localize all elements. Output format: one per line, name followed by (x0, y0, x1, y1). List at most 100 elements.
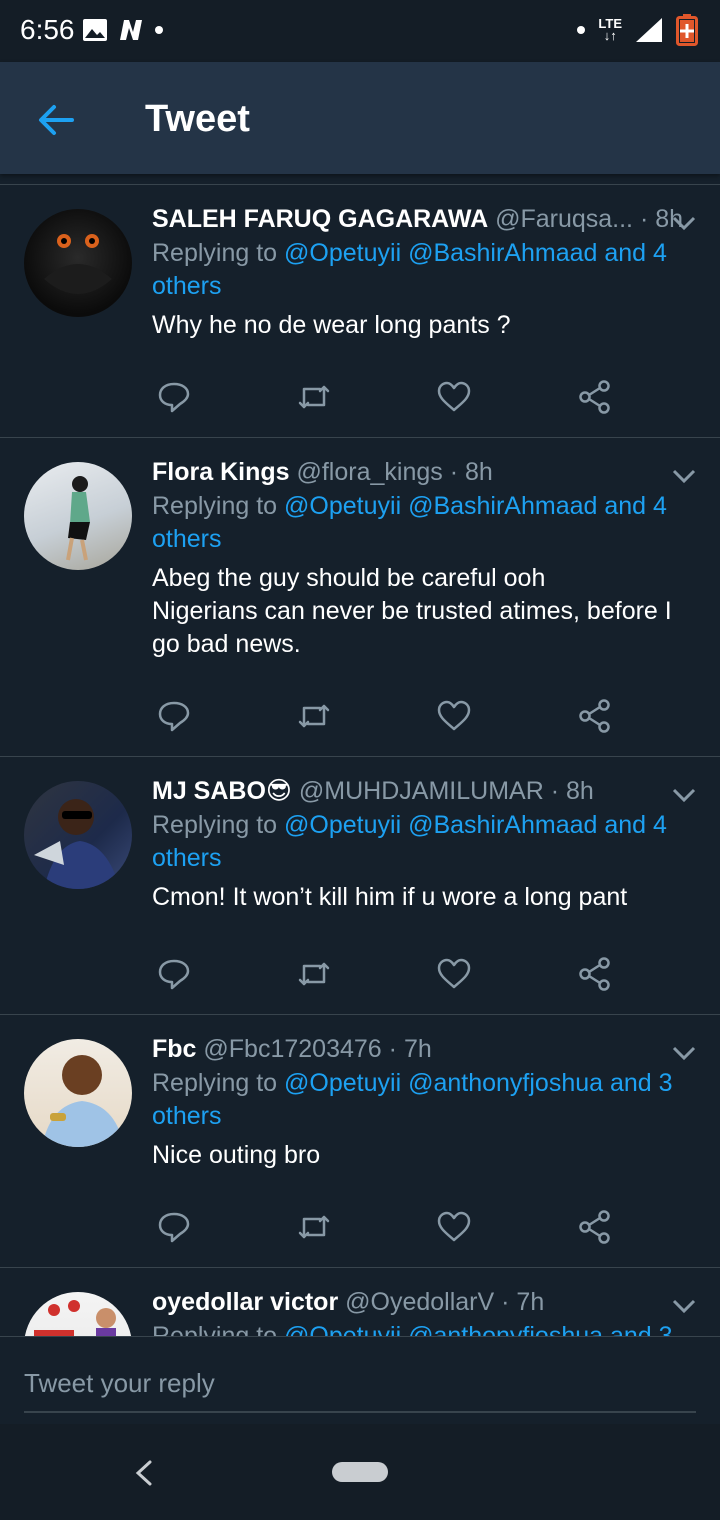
page-title: Tweet (145, 98, 250, 140)
replying-prefix: Replying to (152, 811, 285, 839)
tweet-text: Why he no de wear long pants ? (152, 311, 511, 339)
tweet-item[interactable]: Flora Kings @flora_kings · 8h Replying t… (0, 437, 720, 756)
retweet-icon[interactable] (296, 956, 332, 992)
replying-to: Replying to @Opetuyii @BashirAhmaad and … (152, 809, 690, 875)
avatar[interactable] (24, 1292, 132, 1336)
tweet-actions (152, 1209, 622, 1249)
tweet-text: Abeg the guy should be careful ooh Niger… (152, 564, 672, 658)
reply-list[interactable]: SALEH FARUQ GAGARAWA @Faruqsa... · 8h Re… (0, 174, 720, 1336)
heart-icon[interactable] (436, 698, 472, 734)
notification-dot-icon (155, 26, 163, 34)
author-handle: @Fbc17203476 (203, 1035, 382, 1063)
tweet-time: 7h (516, 1288, 545, 1316)
tweet-actions (152, 956, 622, 996)
gallery-icon (83, 19, 107, 41)
share-icon[interactable] (577, 956, 613, 992)
separator-dot: · (501, 1288, 517, 1316)
replying-to: Replying to @Opetuyii @anthonyfjoshua an… (152, 1320, 690, 1336)
status-bar: 6:56 LTE ↓↑ (0, 0, 720, 62)
nav-back-icon[interactable] (132, 1458, 156, 1488)
reply-icon[interactable] (156, 379, 192, 415)
retweet-icon[interactable] (296, 1209, 332, 1245)
data-arrows-icon: ↓↑ (603, 28, 617, 43)
home-pill[interactable] (332, 1462, 388, 1482)
tweet-item[interactable]: MJ SABO😎 @MUHDJAMILUMAR · 8h Replying to… (0, 756, 720, 1014)
tweet-header: Flora Kings @flora_kings · 8h (152, 456, 690, 488)
separator-dot: · (550, 777, 566, 805)
avatar[interactable] (24, 462, 132, 570)
heart-icon[interactable] (436, 379, 472, 415)
status-time: 6:56 (20, 14, 75, 45)
replying-to: Replying to @Opetuyii @anthonyfjoshua an… (152, 1067, 690, 1133)
person-photo-icon (34, 1300, 116, 1336)
author-handle: @OyedollarV (345, 1288, 495, 1316)
avatar[interactable] (24, 209, 132, 317)
heart-icon[interactable] (436, 956, 472, 992)
app-n-icon (120, 20, 142, 40)
reply-icon[interactable] (156, 956, 192, 992)
tweet-text: Cmon! It won’t kill him if u wore a long… (152, 883, 628, 911)
author-handle: @Faruqsa... (495, 205, 634, 233)
tweet-text: Nice outing bro (152, 1141, 321, 1169)
back-arrow-icon[interactable] (36, 100, 76, 140)
reply-composer: Tweet your reply (0, 1336, 720, 1425)
tweet-header: SALEH FARUQ GAGARAWA @Faruqsa... · 8h (152, 203, 690, 235)
replying-prefix: Replying to (152, 1322, 285, 1336)
avatar[interactable] (24, 1039, 132, 1147)
battery-icon (676, 14, 698, 46)
separator-dot: · (639, 205, 656, 233)
avatar[interactable] (24, 781, 132, 889)
replying-mentions[interactable]: @Opetuyii @anthonyfjoshua and 3 (284, 1322, 673, 1336)
tweet-header: Fbc @Fbc17203476 · 7h (152, 1033, 690, 1065)
share-icon[interactable] (577, 698, 613, 734)
person-photo-icon (34, 799, 120, 889)
replying-prefix: Replying to (152, 492, 285, 520)
author-handle: @flora_kings (296, 458, 443, 486)
tweet-item[interactable]: SALEH FARUQ GAGARAWA @Faruqsa... · 8h Re… (0, 184, 720, 437)
author-name[interactable]: MJ SABO😎 (152, 777, 292, 805)
tweet-content: SALEH FARUQ GAGARAWA @Faruqsa... · 8h Re… (152, 203, 690, 342)
author-name[interactable]: oyedollar victor (152, 1288, 338, 1316)
replying-to: Replying to @Opetuyii @BashirAhmaad and … (152, 237, 690, 303)
heart-icon[interactable] (436, 1209, 472, 1245)
author-handle: @MUHDJAMILUMAR (298, 777, 544, 805)
tweet-item[interactable]: Fbc @Fbc17203476 · 7h Replying to @Opetu… (0, 1014, 720, 1267)
status-right-icons: LTE ↓↑ (576, 14, 698, 46)
share-icon[interactable] (577, 1209, 613, 1245)
tweet-content: oyedollar victor @OyedollarV · 7h Replyi… (152, 1286, 690, 1336)
lte-indicator: LTE ↓↑ (598, 17, 622, 43)
tweet-actions (152, 698, 622, 738)
separator-dot: · (388, 1035, 404, 1063)
tweet-time: 8h (565, 777, 594, 805)
tweet-actions (152, 379, 622, 419)
author-name[interactable]: SALEH FARUQ GAGARAWA (152, 205, 488, 233)
reply-input[interactable]: Tweet your reply (24, 1355, 696, 1413)
author-name[interactable]: Fbc (152, 1035, 196, 1063)
author-name[interactable]: Flora Kings (152, 458, 290, 486)
reply-icon[interactable] (156, 698, 192, 734)
tweet-item[interactable]: oyedollar victor @OyedollarV · 7h Replyi… (0, 1267, 720, 1336)
retweet-icon[interactable] (296, 698, 332, 734)
tweet-header: MJ SABO😎 @MUHDJAMILUMAR · 8h (152, 775, 690, 807)
replying-to: Replying to @Opetuyii @BashirAhmaad and … (152, 490, 690, 556)
replying-prefix: Replying to (152, 239, 285, 267)
replying-prefix: Replying to (152, 1069, 285, 1097)
tweet-time: 7h (403, 1035, 432, 1063)
owl-eyes-icon (44, 234, 112, 294)
person-photo-icon (42, 1055, 124, 1147)
tweet-time: 8h (655, 205, 684, 233)
app-bar: Tweet (0, 62, 720, 174)
signal-icon (636, 18, 662, 42)
separator-dot: · (449, 458, 465, 486)
status-left-icons (82, 18, 164, 42)
tweet-time: 8h (464, 458, 493, 486)
tweet-content: Flora Kings @flora_kings · 8h Replying t… (152, 456, 690, 661)
share-icon[interactable] (577, 379, 613, 415)
retweet-icon[interactable] (296, 379, 332, 415)
dot-icon (577, 26, 586, 34)
tweet-header: oyedollar victor @OyedollarV · 7h (152, 1286, 690, 1318)
tweet-content: Fbc @Fbc17203476 · 7h Replying to @Opetu… (152, 1033, 690, 1172)
person-photo-icon (66, 476, 90, 561)
reply-icon[interactable] (156, 1209, 192, 1245)
tweet-content: MJ SABO😎 @MUHDJAMILUMAR · 8h Replying to… (152, 775, 690, 914)
